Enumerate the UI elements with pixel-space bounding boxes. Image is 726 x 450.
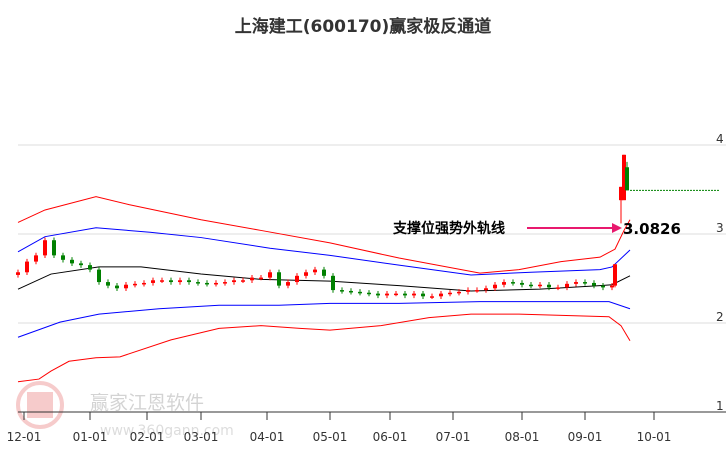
candle-body <box>151 280 155 283</box>
candle-body <box>502 282 506 285</box>
candle-body <box>286 282 290 286</box>
candle-body <box>133 283 137 286</box>
candle-body <box>124 284 128 289</box>
x-tick-label: 01-01 <box>73 430 108 444</box>
candle-body <box>493 284 497 289</box>
candle-body <box>430 296 434 298</box>
annotation-label: 支撑位强势外轨线 <box>392 220 505 237</box>
candle-body <box>349 290 353 293</box>
candle-body <box>97 269 101 283</box>
candle-body <box>106 282 110 286</box>
x-tick-label: 05-01 <box>313 430 348 444</box>
candle-body <box>331 275 335 291</box>
candle-body <box>466 290 470 292</box>
candle-body <box>178 280 182 283</box>
candle-body <box>511 282 515 284</box>
candle-body <box>403 293 407 296</box>
candle-body <box>421 293 425 297</box>
candle-body <box>448 292 452 295</box>
candle-body <box>367 292 371 295</box>
candle-body <box>160 280 164 282</box>
candle-body <box>322 269 326 276</box>
candle-body <box>484 288 488 291</box>
candle-body <box>592 282 596 286</box>
candle-body <box>241 280 245 282</box>
candle-body <box>601 285 605 288</box>
candle-body <box>196 282 200 284</box>
candle-body <box>232 280 236 283</box>
candle-body <box>475 290 479 292</box>
candle-body <box>394 293 398 296</box>
candle-body <box>547 284 551 288</box>
y-tick-label: 3 <box>716 221 724 235</box>
candle-body <box>79 263 83 266</box>
candle-body <box>529 284 533 287</box>
candle-body <box>115 285 119 289</box>
watermark-name: 赢家江恩软件 <box>90 392 204 414</box>
band-lower-outer <box>17 313 631 383</box>
x-tick-label: 02-01 <box>130 430 165 444</box>
chart-plot: 赢家江恩软件 www.360gann.com 432112-01 01-01 02-… <box>7 132 726 444</box>
candle-body <box>412 293 416 296</box>
candle-body <box>16 272 20 275</box>
candle-body <box>88 265 92 270</box>
band-lower-inner <box>17 301 631 338</box>
y-tick-label: 1 <box>716 399 724 413</box>
candle-body <box>574 282 578 284</box>
candle-body <box>439 293 443 297</box>
x-tick-label: 10-01 <box>637 430 672 444</box>
candle-body <box>358 291 362 294</box>
candle-body <box>340 290 344 292</box>
candle-body <box>304 272 308 276</box>
x-tick-label: 07-01 <box>436 430 471 444</box>
candle-body <box>52 240 56 256</box>
candle-body <box>376 293 380 296</box>
candle-body <box>259 277 263 280</box>
band-upper-outer <box>17 196 631 274</box>
candle-body <box>61 255 65 260</box>
candle-body <box>169 280 173 283</box>
candle-body <box>583 282 587 284</box>
candle-body <box>142 282 146 285</box>
candle-body <box>205 282 209 285</box>
y-tick-label: 4 <box>716 132 724 146</box>
candle-body <box>187 280 191 283</box>
candle-body <box>214 282 218 285</box>
candle-body <box>295 275 299 283</box>
candle-body <box>43 240 47 256</box>
watermark-logo-box <box>27 392 53 418</box>
candle-body <box>556 287 560 289</box>
candle-body <box>313 269 317 273</box>
candle-body <box>538 284 542 287</box>
x-tick-label: 04-01 <box>250 430 285 444</box>
candle-body <box>613 264 617 286</box>
candle-body <box>70 259 74 264</box>
x-tick-label: 09-01 <box>568 430 603 444</box>
candle-body <box>457 291 461 294</box>
candle-body <box>250 277 254 281</box>
x-tick-label: 06-01 <box>373 430 408 444</box>
candle-body <box>277 272 281 286</box>
candle-body <box>223 282 227 284</box>
candle-body <box>34 255 38 262</box>
candle-body <box>25 261 29 273</box>
x-tick-label: 08-01 <box>505 430 540 444</box>
x-tick-label: 03-01 <box>184 430 219 444</box>
candle-body <box>385 293 389 296</box>
candle-body <box>610 285 614 288</box>
x-tick-label: 12-01 <box>7 430 42 444</box>
y-tick-label: 2 <box>716 310 724 324</box>
candle-body <box>268 272 272 278</box>
candle-body <box>565 283 569 288</box>
candle-body <box>625 167 629 191</box>
annotation-arrowhead <box>612 223 622 233</box>
annotation-value: 3.0826 <box>623 220 681 238</box>
candle-body <box>520 282 524 285</box>
